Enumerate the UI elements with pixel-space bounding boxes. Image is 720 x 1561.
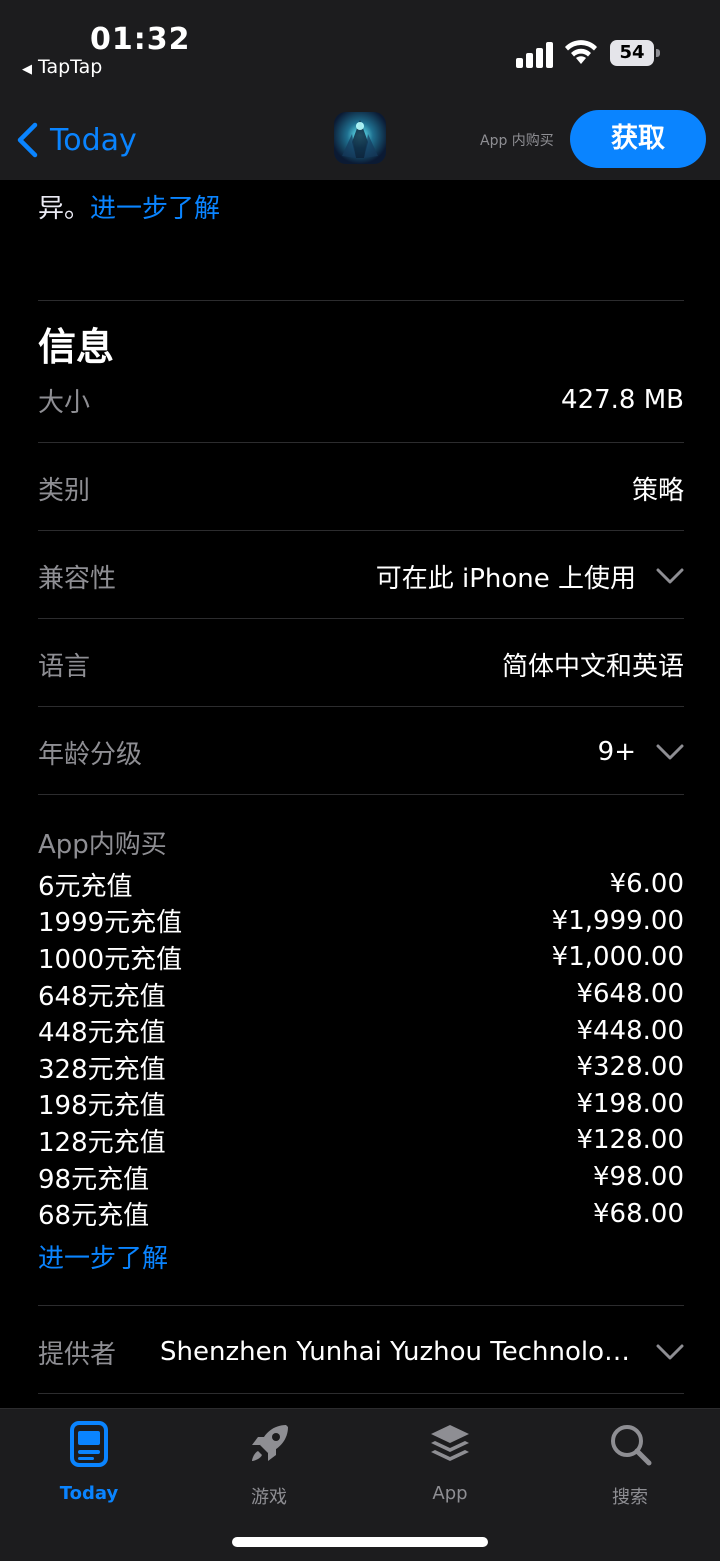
provider-value: Shenzhen Yunhai Yuzhou Technolog... — [160, 1337, 636, 1367]
iap-item: 98元充值 ¥98.00 — [38, 1159, 684, 1196]
iap-item: 1999元充值 ¥1,999.00 — [38, 903, 684, 940]
divider — [38, 1305, 684, 1306]
battery-level: 54 — [619, 42, 645, 63]
description-tail: 异。进一步了解 — [38, 188, 220, 225]
tab-games[interactable]: 游戏 — [209, 1421, 329, 1509]
description-tail-text: 异。 — [38, 194, 91, 224]
info-value: 简体中文和英语 — [501, 651, 684, 682]
app-icon[interactable] — [334, 112, 386, 164]
home-indicator[interactable] — [232, 1537, 488, 1547]
tab-apps[interactable]: App — [390, 1421, 510, 1504]
info-content[interactable]: 异。进一步了解 信息 大小 427.8 MB 类别 策略 兼容性 可在此 iPh… — [0, 180, 720, 1408]
iap-list: 6元充值 ¥6.00 1999元充值 ¥1,999.00 1000元充值 ¥1,000… — [38, 866, 684, 1232]
iap-item: 198元充值 ¥198.00 — [38, 1086, 684, 1123]
info-label: 提供者 — [38, 1339, 117, 1370]
stack-icon — [431, 1425, 469, 1461]
battery-icon: 54 — [610, 40, 660, 66]
back-triangle-icon: ◀ — [22, 62, 32, 77]
today-icon — [70, 1421, 108, 1467]
iap-item-name: 448元充值 — [38, 1018, 166, 1049]
tab-label: App — [432, 1483, 468, 1504]
chevron-down-icon[interactable] — [656, 1344, 684, 1360]
iap-item-price: ¥68.00 — [593, 1198, 684, 1229]
info-value: 9+ — [597, 737, 636, 767]
description-more-link[interactable]: 进一步了解 — [90, 194, 220, 224]
info-row-age-rating[interactable]: 年龄分级 9+ — [38, 722, 684, 782]
divider — [38, 618, 684, 619]
iap-item: 648元充值 ¥648.00 — [38, 976, 684, 1013]
divider — [38, 300, 684, 301]
info-value-wrap: 可在此 iPhone 上使用 — [376, 558, 684, 595]
info-value: 427.8 MB — [561, 385, 684, 415]
iap-item-price: ¥448.00 — [576, 1015, 684, 1046]
tab-label: Today — [59, 1483, 119, 1504]
divider — [38, 794, 684, 795]
search-icon — [611, 1425, 652, 1466]
divider — [38, 1393, 684, 1394]
info-value: 策略 — [631, 475, 684, 506]
status-time: 01:32 — [90, 22, 191, 57]
iap-item-price: ¥6.00 — [609, 869, 684, 900]
iap-section-title: App内购买 — [38, 830, 167, 860]
info-label: 兼容性 — [38, 563, 117, 594]
iap-item-price: ¥1,000.00 — [551, 942, 684, 973]
iap-item-price: ¥128.00 — [576, 1125, 684, 1156]
divider — [38, 442, 684, 443]
info-row-provider[interactable]: 提供者 Shenzhen Yunhai Yuzhou Technolog... — [38, 1322, 684, 1382]
back-button[interactable]: Today — [16, 118, 137, 162]
rocket-icon — [252, 1425, 288, 1461]
iap-item: 128元充值 ¥128.00 — [38, 1122, 684, 1159]
info-label: 大小 — [38, 387, 91, 418]
iap-item: 328元充值 ¥328.00 — [38, 1049, 684, 1086]
tab-label: 游戏 — [251, 1487, 287, 1508]
iap-item-price: ¥98.00 — [593, 1162, 684, 1193]
chevron-left-icon — [17, 122, 38, 158]
info-value-wrap: 9+ — [598, 737, 684, 767]
back-app-label: TapTap — [38, 56, 103, 78]
iap-item-name: 98元充值 — [38, 1164, 150, 1195]
back-to-app-link[interactable]: ◀ TapTap — [22, 56, 102, 78]
divider — [38, 530, 684, 531]
get-button[interactable]: 获取 — [570, 110, 706, 168]
back-button-label: Today — [50, 122, 137, 158]
wifi-icon — [565, 40, 597, 64]
info-label: 语言 — [38, 651, 91, 682]
iap-item-name: 198元充值 — [38, 1091, 166, 1122]
iap-item-name: 68元充值 — [38, 1201, 150, 1232]
iap-hint: App 内购买 — [480, 133, 554, 149]
section-title-info: 信息 — [38, 325, 115, 369]
status-bar: 01:32 ◀ TapTap 54 — [0, 0, 720, 100]
iap-item-name: 128元充值 — [38, 1127, 166, 1158]
tab-today[interactable]: Today — [29, 1421, 149, 1504]
iap-item-name: 6元充值 — [38, 871, 133, 902]
info-row-size: 大小 427.8 MB — [38, 370, 684, 430]
info-value: 可在此 iPhone 上使用 — [375, 563, 636, 594]
iap-item: 448元充值 ¥448.00 — [38, 1012, 684, 1049]
tab-bar: Today 游戏 App 搜索 — [0, 1408, 720, 1561]
iap-item-name: 1999元充值 — [38, 908, 183, 939]
iap-more-link[interactable]: 进一步了解 — [38, 1238, 168, 1275]
info-row-language: 语言 简体中文和英语 — [38, 634, 684, 694]
info-label: 年龄分级 — [38, 739, 143, 770]
info-label: 类别 — [38, 475, 91, 506]
iap-item: 68元充值 ¥68.00 — [38, 1195, 684, 1232]
tab-search[interactable]: 搜索 — [570, 1421, 690, 1509]
cellular-signal-icon — [516, 42, 553, 68]
iap-item-price: ¥328.00 — [576, 1052, 684, 1083]
iap-item-name: 328元充值 — [38, 1054, 166, 1085]
iap-item-price: ¥648.00 — [576, 979, 684, 1010]
chevron-down-icon[interactable] — [656, 568, 684, 584]
iap-item: 1000元充值 ¥1,000.00 — [38, 939, 684, 976]
chevron-down-icon[interactable] — [656, 744, 684, 760]
iap-item-name: 648元充值 — [38, 981, 166, 1012]
info-row-category: 类别 策略 — [38, 458, 684, 518]
info-row-compatibility[interactable]: 兼容性 可在此 iPhone 上使用 — [38, 546, 684, 606]
iap-item-price: ¥1,999.00 — [551, 905, 684, 936]
tab-label: 搜索 — [612, 1487, 648, 1508]
divider — [38, 706, 684, 707]
iap-item: 6元充值 ¥6.00 — [38, 866, 684, 903]
iap-item-price: ¥198.00 — [576, 1088, 684, 1119]
top-bar: 01:32 ◀ TapTap 54 Today App 内购买 获取 — [0, 0, 720, 180]
iap-item-name: 1000元充值 — [38, 944, 183, 975]
